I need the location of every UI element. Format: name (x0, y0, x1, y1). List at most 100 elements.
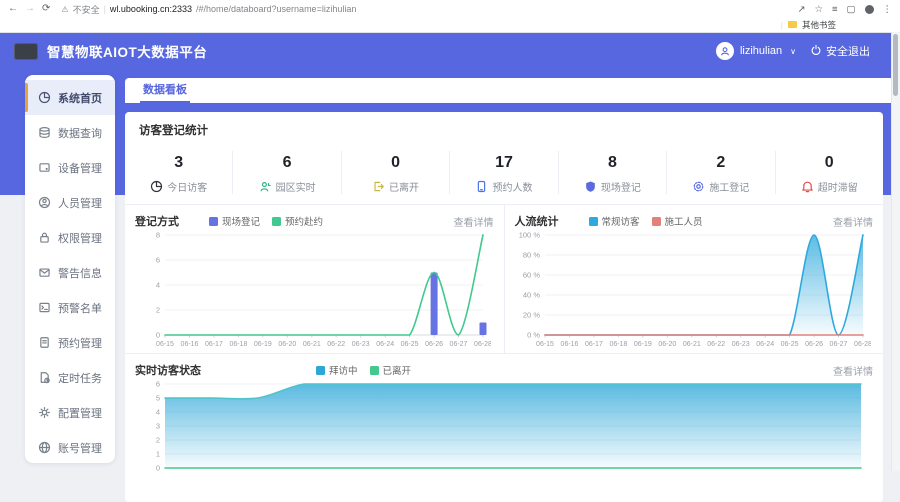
app-header: 智慧物联AIOT大数据平台 lizihulian ∨ 安全退出 (0, 32, 900, 70)
stat-item: 6 园区实时 (233, 151, 341, 194)
sidebar-item-label: 定时任务 (58, 370, 102, 386)
legend-item[interactable]: 常规访客 (589, 214, 640, 228)
svg-text:0 %: 0 % (527, 331, 540, 340)
svg-text:5: 5 (156, 394, 160, 403)
legend-item[interactable]: 施工人员 (652, 214, 703, 228)
stat-label: 施工登记 (709, 179, 749, 194)
svg-text:8: 8 (156, 231, 160, 240)
sidebar-item-label: 警告信息 (58, 265, 102, 281)
bookmark-star-icon[interactable]: ☆ (814, 4, 823, 15)
realtime-visitor-panel: 实时访客状态 拜访中已离开 查看详情 0123456 (125, 354, 883, 476)
sidebar-item-4[interactable]: 人员管理 (25, 185, 115, 220)
share-icon[interactable]: ↗ (797, 4, 805, 15)
svg-text:06-19: 06-19 (254, 341, 272, 348)
stat-value: 6 (233, 154, 340, 172)
stat-item: 0 已离开 (342, 151, 450, 194)
folder-icon (788, 21, 797, 28)
address-bar[interactable]: ⚠ 不安全 | wl.ubooking.cn:2333/#/home/datab… (61, 3, 790, 16)
pie-chart-icon (38, 91, 51, 104)
sidebar-item-6[interactable]: 警告信息 (25, 255, 115, 290)
scrollbar[interactable] (891, 32, 900, 471)
stat-label: 超时滞留 (818, 179, 858, 194)
svg-text:06-24: 06-24 (376, 341, 394, 348)
svg-text:06-28: 06-28 (854, 341, 871, 348)
logout-button[interactable]: 安全退出 (810, 43, 870, 59)
url-host: wl.ubooking.cn:2333 (110, 4, 192, 14)
view-details-link[interactable]: 查看详情 (833, 363, 873, 378)
app-logo (14, 43, 38, 60)
view-details-link[interactable]: 查看详情 (833, 214, 873, 229)
stat-value: 17 (450, 154, 557, 172)
gear-badge-icon (692, 180, 705, 193)
svg-text:06-25: 06-25 (401, 341, 419, 348)
legend-item[interactable]: 预约赴约 (272, 214, 323, 228)
scrollbar-thumb[interactable] (893, 34, 898, 96)
sidebar-item-8[interactable]: 预约管理 (25, 325, 115, 360)
svg-text:06-25: 06-25 (780, 341, 798, 348)
browser-menu-icon[interactable]: ⋮ (883, 4, 893, 15)
stat-label: 现场登记 (601, 179, 641, 194)
user-avatar[interactable] (716, 42, 734, 60)
chart-title-realtime-visitor: 实时访客状态 (135, 362, 201, 378)
task-icon (38, 371, 51, 384)
svg-text:06-16: 06-16 (181, 341, 199, 348)
sidebar-item-5[interactable]: 权限管理 (25, 220, 115, 255)
legend-item[interactable]: 拜访中 (316, 363, 358, 377)
svg-text:06-15: 06-15 (536, 341, 554, 348)
svg-text:06-18: 06-18 (229, 341, 247, 348)
side-panel-icon[interactable]: ▢ (847, 4, 856, 15)
stat-value: 2 (667, 154, 774, 172)
chart-title-people-flow: 人流统计 (515, 213, 559, 229)
svg-text:06-15: 06-15 (156, 341, 174, 348)
sidebar-item-7[interactable]: 预警名单 (25, 290, 115, 325)
sidebar-item-11[interactable]: 账号管理 (25, 430, 115, 463)
stat-item: 17 预约人数 (450, 151, 558, 194)
stat-value: 0 (776, 154, 883, 172)
tab-databoard[interactable]: 数据看板 (140, 81, 190, 103)
sidebar-item-9[interactable]: 定时任务 (25, 360, 115, 395)
browser-profile-icon[interactable] (865, 5, 874, 14)
svg-text:06-20: 06-20 (278, 341, 296, 348)
svg-text:06-21: 06-21 (303, 341, 321, 348)
svg-text:06-24: 06-24 (756, 341, 774, 348)
user-icon (38, 196, 51, 209)
other-bookmarks[interactable]: 其他书签 (802, 19, 836, 31)
browser-chrome: ← → ⟳ ⚠ 不安全 | wl.ubooking.cn:2333/#/home… (0, 0, 900, 33)
svg-text:0: 0 (156, 464, 160, 473)
stat-value: 0 (342, 154, 449, 172)
sidebar-item-1[interactable]: 系统首页 (25, 80, 115, 115)
stat-item: 0 超时滞留 (776, 151, 883, 194)
chevron-down-icon[interactable]: ∨ (790, 47, 796, 56)
svg-text:0: 0 (156, 331, 160, 340)
legend-item[interactable]: 已离开 (370, 363, 412, 377)
forward-icon[interactable]: → (25, 4, 35, 14)
phone-icon (475, 180, 488, 193)
reload-icon[interactable]: ⟳ (42, 4, 50, 14)
view-details-link[interactable]: 查看详情 (454, 214, 494, 229)
sidebar-item-2[interactable]: 数据查询 (25, 115, 115, 150)
sidebar-item-10[interactable]: 配置管理 (25, 395, 115, 430)
back-icon[interactable]: ← (8, 4, 18, 14)
svg-text:6: 6 (156, 256, 160, 265)
svg-text:4: 4 (156, 281, 160, 290)
people-icon (259, 180, 272, 193)
legend-item[interactable]: 现场登记 (209, 214, 260, 228)
reading-list-icon[interactable]: ≡ (832, 4, 838, 15)
svg-text:2: 2 (156, 436, 160, 445)
svg-text:80 %: 80 % (522, 251, 539, 260)
legend-registration-method: 现场登记预约赴约 (209, 214, 454, 228)
chart-title-registration-method: 登记方式 (135, 213, 179, 229)
sidebar-item-label: 权限管理 (58, 230, 102, 246)
app-title: 智慧物联AIOT大数据平台 (47, 41, 207, 61)
sidebar-item-3[interactable]: 设备管理 (25, 150, 115, 185)
bookmarks-bar: | 其他书签 (0, 18, 900, 31)
svg-text:06-18: 06-18 (609, 341, 627, 348)
not-secure-warning-icon: ⚠ (61, 5, 68, 14)
sidebar-item-label: 数据查询 (58, 125, 102, 141)
svg-text:60 %: 60 % (522, 271, 539, 280)
mail-icon (38, 266, 51, 279)
legend-people-flow: 常规访客施工人员 (589, 214, 834, 228)
svg-text:06-27: 06-27 (829, 341, 847, 348)
username[interactable]: lizihulian (740, 45, 782, 57)
stat-label: 今日访客 (167, 179, 207, 194)
